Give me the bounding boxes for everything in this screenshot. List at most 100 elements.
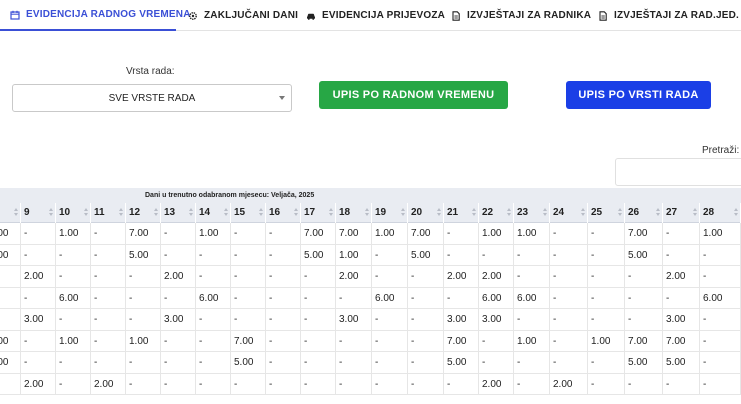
table-cell[interactable]: -: [266, 373, 301, 395]
tab-izvještaji-za-rad-jed[interactable]: IZVJEŠTAJI ZA RAD.JED.: [598, 0, 739, 31]
table-cell[interactable]: 7.00: [408, 223, 444, 245]
table-cell[interactable]: -: [444, 223, 479, 245]
table-cell[interactable]: 7.00: [126, 223, 161, 245]
tab-evidencija-prijevoza[interactable]: EVIDENCIJA PRIJEVOZA: [306, 0, 445, 31]
table-cell[interactable]: -: [196, 330, 231, 352]
table-cell[interactable]: -: [444, 287, 479, 309]
table-cell[interactable]: 2.00: [336, 266, 372, 288]
table-cell[interactable]: -: [479, 352, 514, 374]
table-cell[interactable]: 3.00: [336, 309, 372, 331]
column-header[interactable]: 10: [56, 203, 91, 223]
column-header[interactable]: 15: [231, 203, 266, 223]
sort-icon[interactable]: [329, 208, 333, 218]
tab-zaključani-dani[interactable]: ZAKLJUČANI DANI: [188, 0, 303, 31]
column-header[interactable]: 28: [700, 203, 741, 223]
table-cell[interactable]: -: [408, 330, 444, 352]
sort-icon[interactable]: [365, 208, 369, 218]
table-cell[interactable]: -: [663, 373, 700, 395]
table-cell[interactable]: -: [266, 244, 301, 266]
table-cell[interactable]: 2.00: [550, 373, 588, 395]
table-cell[interactable]: -: [301, 373, 336, 395]
table-cell[interactable]: -: [550, 244, 588, 266]
table-cell[interactable]: -: [663, 287, 700, 309]
table-cell[interactable]: 1.00: [196, 223, 231, 245]
table-cell[interactable]: 5.00: [625, 352, 663, 374]
table-cell[interactable]: 1.00: [588, 330, 625, 352]
table-cell[interactable]: -: [266, 352, 301, 374]
table-cell[interactable]: 2.00: [161, 266, 196, 288]
sort-icon[interactable]: [693, 208, 697, 218]
table-cell[interactable]: 7.00: [444, 330, 479, 352]
sort-icon[interactable]: [543, 208, 547, 218]
table-cell[interactable]: -: [479, 330, 514, 352]
table-cell[interactable]: -: [91, 330, 126, 352]
column-header[interactable]: 24: [550, 203, 588, 223]
column-header[interactable]: 11: [91, 203, 126, 223]
table-cell[interactable]: -: [21, 223, 56, 245]
table-cell[interactable]: -: [550, 223, 588, 245]
table-cell[interactable]: 7.00: [301, 223, 336, 245]
table-cell[interactable]: -: [444, 244, 479, 266]
table-cell[interactable]: -: [514, 373, 550, 395]
table-cell[interactable]: 1.00: [479, 223, 514, 245]
sort-icon[interactable]: [154, 208, 158, 218]
table-cell[interactable]: [0, 287, 21, 309]
table-cell[interactable]: 5.00: [126, 244, 161, 266]
table-cell[interactable]: -: [588, 287, 625, 309]
table-cell[interactable]: -: [266, 309, 301, 331]
column-header[interactable]: 25: [588, 203, 625, 223]
table-cell[interactable]: -: [161, 352, 196, 374]
table-cell[interactable]: -: [588, 266, 625, 288]
table-cell[interactable]: -: [514, 352, 550, 374]
table-cell[interactable]: -: [479, 244, 514, 266]
table-cell[interactable]: -: [336, 287, 372, 309]
column-header[interactable]: 12: [126, 203, 161, 223]
table-cell[interactable]: -: [588, 352, 625, 374]
table-cell[interactable]: -: [588, 373, 625, 395]
table-cell[interactable]: 6.00: [700, 287, 741, 309]
table-cell[interactable]: -: [625, 373, 663, 395]
table-cell[interactable]: -: [550, 309, 588, 331]
sort-icon[interactable]: [49, 208, 53, 218]
table-cell[interactable]: -: [588, 309, 625, 331]
table-cell[interactable]: -: [126, 309, 161, 331]
table-cell[interactable]: -: [336, 373, 372, 395]
table-cell[interactable]: 3.00: [21, 309, 56, 331]
table-cell[interactable]: -: [372, 266, 408, 288]
table-cell[interactable]: -: [372, 373, 408, 395]
column-header[interactable]: 14: [196, 203, 231, 223]
sort-icon[interactable]: [119, 208, 123, 218]
table-cell[interactable]: -: [126, 373, 161, 395]
table-cell[interactable]: 1.00: [0, 352, 21, 374]
search-input[interactable]: [615, 158, 741, 186]
sort-icon[interactable]: [581, 208, 585, 218]
sort-icon[interactable]: [401, 208, 405, 218]
table-cell[interactable]: 7.00: [625, 223, 663, 245]
table-cell[interactable]: [0, 266, 21, 288]
table-cell[interactable]: -: [514, 266, 550, 288]
table-cell[interactable]: -: [266, 287, 301, 309]
table-cell[interactable]: -: [408, 287, 444, 309]
table-cell[interactable]: 5.00: [625, 244, 663, 266]
table-cell[interactable]: -: [21, 287, 56, 309]
table-cell[interactable]: -: [550, 266, 588, 288]
table-cell[interactable]: -: [21, 330, 56, 352]
table-cell[interactable]: 1.00: [514, 223, 550, 245]
table-cell[interactable]: -: [663, 223, 700, 245]
table-cell[interactable]: -: [663, 244, 700, 266]
table-cell[interactable]: -: [336, 330, 372, 352]
table-cell[interactable]: 2.00: [479, 373, 514, 395]
table-cell[interactable]: -: [126, 266, 161, 288]
table-cell[interactable]: 2.00: [91, 373, 126, 395]
table-cell[interactable]: -: [56, 244, 91, 266]
column-header[interactable]: 23: [514, 203, 550, 223]
column-header[interactable]: 18: [336, 203, 372, 223]
table-cell[interactable]: -: [91, 287, 126, 309]
table-cell[interactable]: -: [56, 309, 91, 331]
sort-icon[interactable]: [507, 208, 511, 218]
upis-po-vrsti-rada-button[interactable]: UPIS PO VRSTI RADA: [566, 81, 711, 109]
upis-po-radnom-vremenu-button[interactable]: UPIS PO RADNOM VREMENU: [319, 81, 508, 109]
table-cell[interactable]: -: [372, 352, 408, 374]
table-cell[interactable]: -: [408, 352, 444, 374]
sort-icon[interactable]: [472, 208, 476, 218]
